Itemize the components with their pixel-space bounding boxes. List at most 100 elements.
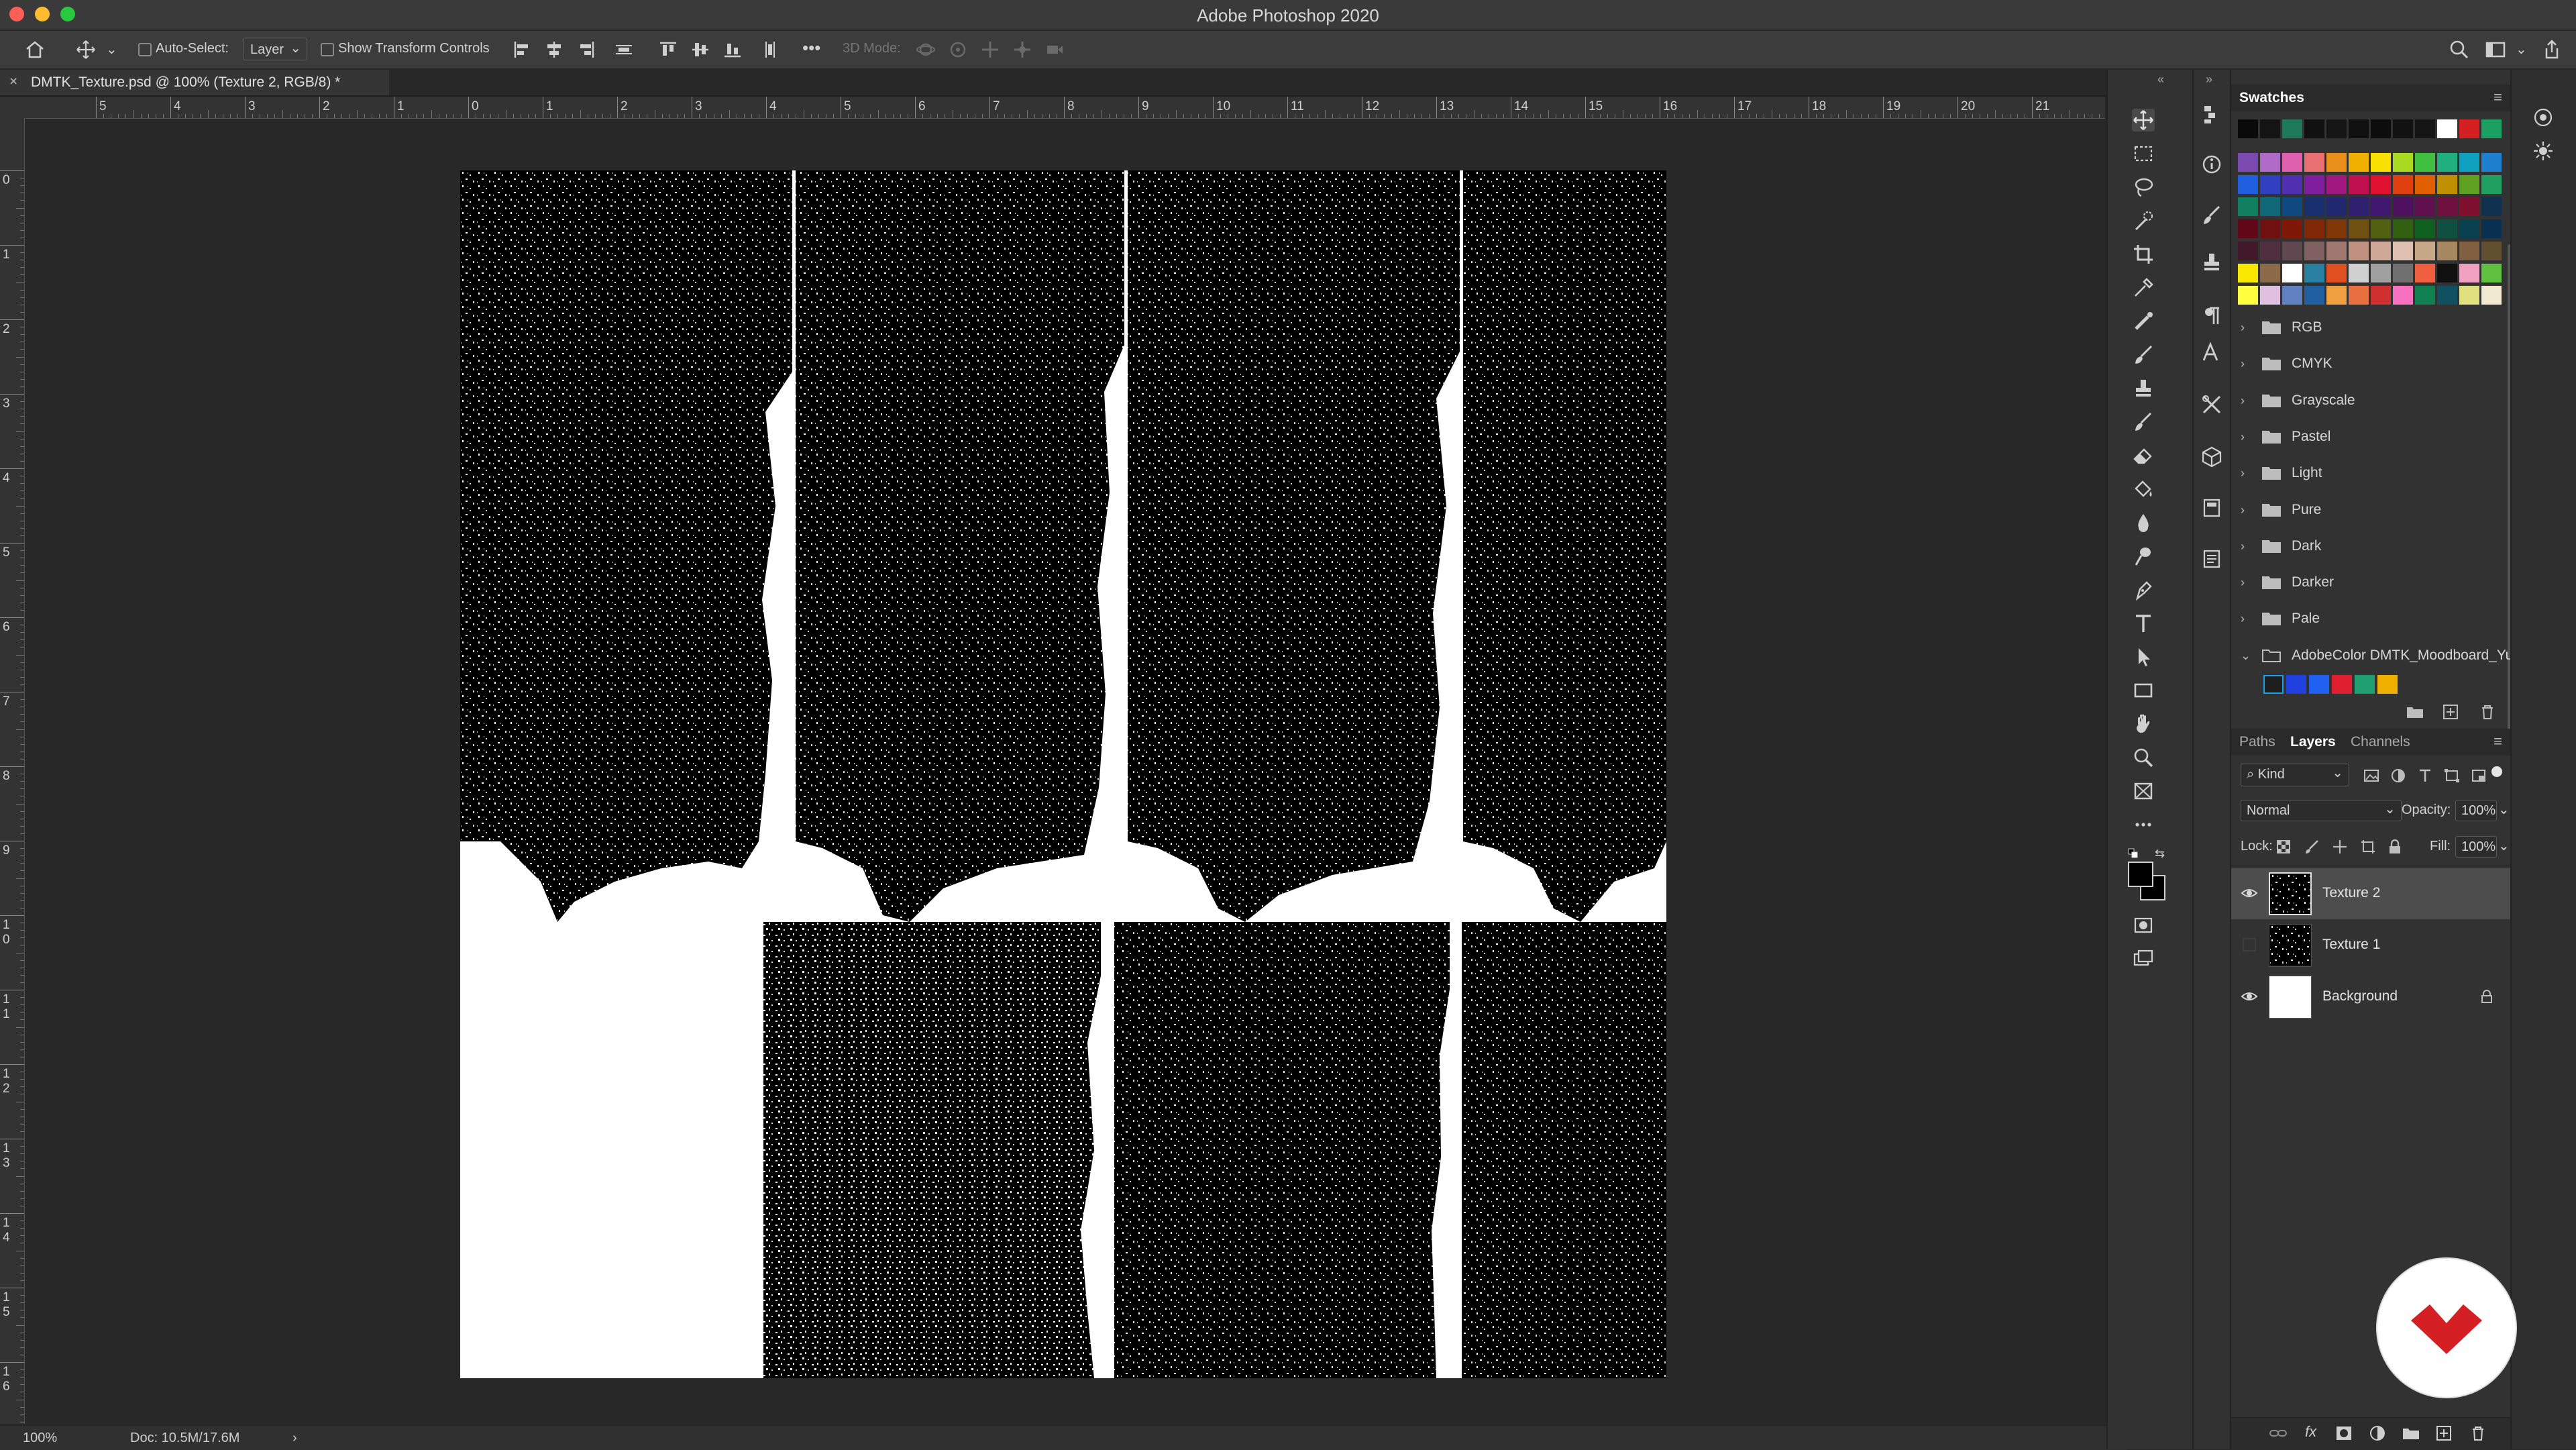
brush-panel-icon[interactable]: [2200, 204, 2223, 227]
swatch-group-item[interactable]: › Darker: [2241, 565, 2496, 601]
color-swatch[interactable]: [2282, 219, 2302, 238]
history-brush-tool-icon[interactable]: [2132, 411, 2155, 433]
type-tool-icon[interactable]: [2132, 612, 2155, 635]
align-vertical-centers-icon[interactable]: [690, 39, 711, 60]
filter-adjustment-icon[interactable]: [2390, 768, 2407, 784]
color-swatch[interactable]: [2371, 119, 2391, 138]
color-swatch[interactable]: [2459, 219, 2479, 238]
color-swatch[interactable]: [2371, 286, 2391, 305]
color-swatch[interactable]: [2415, 219, 2435, 238]
color-swatch[interactable]: [2282, 175, 2302, 194]
default-colors-icon[interactable]: [2128, 848, 2139, 859]
color-swatch[interactable]: [2326, 219, 2347, 238]
filter-pixel-icon[interactable]: [2363, 768, 2380, 784]
libraries-panel-icon[interactable]: [2532, 140, 2555, 162]
color-swatch[interactable]: [2304, 119, 2324, 138]
color-swatch[interactable]: [2349, 197, 2369, 216]
color-swatch[interactable]: [2371, 197, 2391, 216]
color-swatch[interactable]: [2238, 219, 2258, 238]
clone-stamp-tool-icon[interactable]: [2132, 377, 2155, 400]
frame-tool-icon[interactable]: [2132, 780, 2155, 802]
color-swatch[interactable]: [2371, 264, 2391, 282]
color-swatch[interactable]: [2459, 119, 2479, 138]
color-swatch[interactable]: [2349, 219, 2369, 238]
color-swatch[interactable]: [2481, 175, 2502, 194]
color-swatch[interactable]: [2238, 264, 2258, 282]
eye-icon[interactable]: [2241, 988, 2258, 1005]
color-swatch[interactable]: [2238, 197, 2258, 216]
lock-icon[interactable]: [2479, 989, 2494, 1004]
color-swatch[interactable]: [2260, 264, 2280, 282]
color-swatch[interactable]: [2260, 197, 2280, 216]
color-swatch[interactable]: [2377, 675, 2398, 694]
pen-tool-icon[interactable]: [2132, 578, 2155, 601]
delete-layer-icon[interactable]: [2469, 1425, 2487, 1442]
swatch-group-item[interactable]: ⌄ AdobeColor DMTK_Moodboard_Yu...: [2241, 638, 2525, 674]
lock-artboard-icon[interactable]: [2360, 839, 2376, 855]
home-icon[interactable]: [24, 39, 46, 60]
new-swatch-icon[interactable]: [2442, 703, 2461, 721]
color-swatch[interactable]: [2481, 119, 2502, 138]
blur-tool-icon[interactable]: [2132, 511, 2155, 534]
filter-shape-icon[interactable]: [2443, 768, 2461, 784]
color-swatch[interactable]: [2282, 264, 2302, 282]
color-swatch[interactable]: [2260, 175, 2280, 194]
eye-icon[interactable]: [2241, 884, 2258, 902]
edit-toolbar-icon[interactable]: [2132, 813, 2155, 836]
align-left-edges-icon[interactable]: [511, 39, 533, 60]
color-swatch[interactable]: [2481, 219, 2502, 238]
swatch-group-item[interactable]: › Dark: [2241, 529, 2496, 565]
color-swatch[interactable]: [2304, 286, 2324, 305]
zoom-level[interactable]: 100%: [23, 1431, 57, 1446]
properties-panel-icon[interactable]: [2200, 548, 2223, 570]
color-swatch[interactable]: [2304, 153, 2324, 172]
filter-type-icon[interactable]: [2416, 768, 2434, 784]
color-swatch[interactable]: [2349, 153, 2369, 172]
color-swatch[interactable]: [2415, 119, 2435, 138]
color-swatch[interactable]: [2371, 153, 2391, 172]
color-swatch[interactable]: [2260, 219, 2280, 238]
learn-panel-icon[interactable]: [2532, 106, 2555, 129]
chevron-right-icon[interactable]: ›: [2241, 466, 2245, 480]
move-tool-icon[interactable]: [2132, 109, 2155, 132]
layer-row[interactable]: Texture 2: [2231, 868, 2510, 919]
color-swatch[interactable]: [2415, 242, 2435, 260]
layer-row[interactable]: Texture 1: [2231, 920, 2510, 971]
dodge-tool-icon[interactable]: [2132, 545, 2155, 568]
color-swatch[interactable]: [2263, 675, 2284, 694]
color-swatch[interactable]: [2437, 242, 2457, 260]
color-swatch[interactable]: [2326, 286, 2347, 305]
color-swatch[interactable]: [2393, 242, 2413, 260]
color-swatch[interactable]: [2326, 153, 2347, 172]
color-swatch[interactable]: [2459, 175, 2479, 194]
color-swatch[interactable]: [2238, 119, 2258, 138]
move-tool-preset-icon[interactable]: [75, 39, 97, 60]
tab-layers[interactable]: Layers: [2290, 734, 2336, 750]
more-options-icon[interactable]: •••: [802, 38, 820, 58]
new-group-icon[interactable]: [2406, 703, 2424, 721]
healing-brush-tool-icon[interactable]: [2132, 310, 2155, 333]
color-swatch[interactable]: [2393, 175, 2413, 194]
hand-tool-icon[interactable]: [2132, 713, 2155, 735]
rectangle-tool-icon[interactable]: [2132, 679, 2155, 702]
color-swatch[interactable]: [2415, 153, 2435, 172]
swap-colors-icon[interactable]: ⇆: [2155, 847, 2165, 861]
color-swatch[interactable]: [2415, 264, 2435, 282]
color-swatch[interactable]: [2332, 675, 2352, 694]
color-swatch[interactable]: [2260, 242, 2280, 260]
color-swatch[interactable]: [2415, 197, 2435, 216]
color-swatch[interactable]: [2238, 242, 2258, 260]
distribute-vertical-icon[interactable]: [613, 39, 635, 60]
color-swatch[interactable]: [2437, 286, 2457, 305]
blend-mode-dropdown[interactable]: Normal ⌄: [2241, 800, 2402, 821]
lock-all-icon[interactable]: [2387, 839, 2403, 855]
color-swatch[interactable]: [2437, 175, 2457, 194]
auto-select-checkbox[interactable]: [138, 43, 152, 56]
align-right-edges-icon[interactable]: [576, 39, 597, 60]
distribute-horizontal-icon[interactable]: [759, 39, 781, 60]
color-swatch[interactable]: [2349, 119, 2369, 138]
color-swatch[interactable]: [2415, 175, 2435, 194]
color-swatch[interactable]: [2260, 153, 2280, 172]
document-tab[interactable]: × DMTK_Texture.psd @ 100% (Texture 2, RG…: [0, 70, 389, 95]
align-horizontal-centers-icon[interactable]: [543, 39, 565, 60]
